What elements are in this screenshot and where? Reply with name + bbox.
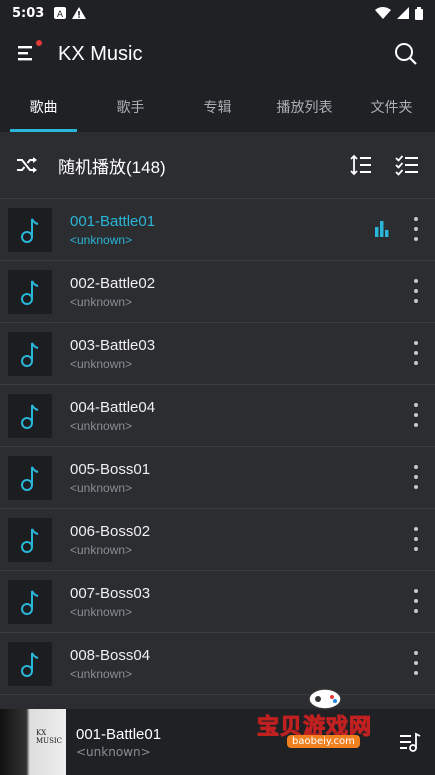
music-note-icon	[21, 466, 39, 491]
tab-albums[interactable]: 专辑	[174, 82, 261, 132]
shuffle-all-row[interactable]: 随机播放(148)	[0, 132, 435, 199]
multi-select-button[interactable]	[395, 154, 419, 176]
more-options-icon[interactable]	[413, 465, 419, 489]
music-note-icon	[21, 280, 39, 305]
album-art	[8, 207, 52, 252]
tab-artists[interactable]: 歌手	[87, 82, 174, 132]
more-options-icon[interactable]	[413, 341, 419, 365]
song-list: 001-Battle01 <unknown> 002-Battle02 <unkno…	[0, 199, 435, 695]
song-row[interactable]: 007-Boss03 <unknown>	[0, 571, 435, 633]
song-title: 004-Battle04	[70, 398, 156, 416]
song-title: 008-Boss04	[70, 646, 151, 664]
now-playing-artist: <unknown>	[76, 744, 151, 759]
album-art	[8, 641, 52, 686]
song-title: 006-Boss02	[70, 522, 151, 540]
album-art	[8, 579, 52, 624]
shuffle-all-label: 随机播放(148)	[58, 157, 166, 177]
album-art	[8, 331, 52, 376]
search-icon	[395, 43, 417, 65]
music-note-icon	[21, 342, 39, 367]
more-options-icon[interactable]	[413, 527, 419, 551]
song-artist: <unknown>	[70, 604, 133, 619]
tab-songs[interactable]: 歌曲	[0, 82, 87, 132]
song-title: 007-Boss03	[70, 584, 151, 602]
song-artist: <unknown>	[70, 542, 133, 557]
mini-player[interactable]: KX MUSIC 001-Battle01 <unknown>	[0, 709, 435, 775]
tab-playlists[interactable]: 播放列表	[261, 82, 348, 132]
song-row[interactable]: 005-Boss01 <unknown>	[0, 447, 435, 509]
app-bar: KX Music	[0, 26, 435, 82]
song-artist: <unknown>	[70, 418, 133, 433]
song-row[interactable]: 001-Battle01 <unknown>	[0, 199, 435, 261]
song-row[interactable]: 006-Boss02 <unknown>	[0, 509, 435, 571]
album-art	[8, 517, 52, 562]
now-playing-cover: KX MUSIC	[0, 709, 66, 775]
song-title: 005-Boss01	[70, 460, 151, 478]
shuffle-icon	[17, 157, 37, 173]
notification-a-icon: A	[54, 7, 67, 19]
status-time: 5:03	[12, 5, 45, 21]
song-artist: <unknown>	[70, 480, 133, 495]
app-title: KX Music	[58, 42, 143, 65]
song-artist: <unknown>	[70, 232, 133, 247]
battery-icon	[415, 6, 423, 20]
music-note-icon	[21, 590, 39, 615]
now-playing-equalizer-icon	[375, 221, 389, 237]
song-row[interactable]: 002-Battle02 <unknown>	[0, 261, 435, 323]
sort-button[interactable]	[349, 154, 373, 176]
song-artist: <unknown>	[70, 666, 133, 681]
album-art	[8, 455, 52, 500]
song-title: 002-Battle02	[70, 274, 156, 292]
music-note-icon	[21, 404, 39, 429]
wifi-icon	[375, 7, 391, 19]
menu-icon	[18, 46, 32, 61]
signal-icon	[397, 7, 409, 19]
music-note-icon	[21, 218, 39, 243]
status-bar: 5:03 A	[0, 0, 435, 26]
music-note-icon	[21, 528, 39, 553]
song-row[interactable]: 003-Battle03 <unknown>	[0, 323, 435, 385]
album-art	[8, 393, 52, 438]
tab-bar: 歌曲 歌手 专辑 播放列表 文件夹	[0, 82, 435, 132]
svg-text:A: A	[57, 10, 64, 19]
tab-folders[interactable]: 文件夹	[348, 82, 435, 132]
warning-icon	[72, 7, 87, 19]
cover-text: KX MUSIC	[36, 729, 62, 745]
more-options-icon[interactable]	[413, 651, 419, 675]
more-options-icon[interactable]	[413, 217, 419, 241]
song-artist: <unknown>	[70, 356, 133, 371]
song-title: 003-Battle03	[70, 336, 156, 354]
now-playing-title: 001-Battle01	[76, 725, 162, 743]
song-title: 001-Battle01	[70, 212, 156, 230]
song-artist: <unknown>	[70, 294, 133, 309]
search-button[interactable]	[393, 41, 419, 67]
menu-button[interactable]	[16, 40, 42, 66]
notification-dot	[36, 40, 42, 46]
more-options-icon[interactable]	[413, 403, 419, 427]
playlist-queue-icon[interactable]	[399, 732, 421, 752]
more-options-icon[interactable]	[413, 279, 419, 303]
song-row[interactable]: 008-Boss04 <unknown>	[0, 633, 435, 695]
music-note-icon	[21, 652, 39, 677]
more-options-icon[interactable]	[413, 589, 419, 613]
album-art	[8, 269, 52, 314]
song-row[interactable]: 004-Battle04 <unknown>	[0, 385, 435, 447]
